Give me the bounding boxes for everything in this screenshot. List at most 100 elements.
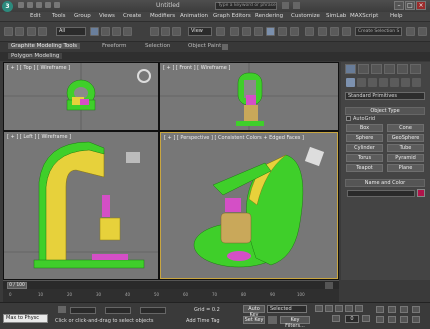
orbit-icon[interactable] [400,316,408,323]
menu-edit[interactable]: Edit [30,13,41,19]
minimize-button[interactable]: – [394,1,404,10]
layer-icon[interactable] [342,27,351,36]
maximize-viewport-icon[interactable] [412,316,420,323]
viewport-top[interactable]: [ + ] [ Top ] [ Wireframe ] [4,63,158,130]
previous-frame-icon[interactable] [325,305,333,312]
search-input[interactable]: Type a keyword or phrase [215,2,277,10]
select-object-icon[interactable] [90,27,99,36]
go-to-start-icon[interactable] [315,305,323,312]
modify-tab-icon[interactable] [358,64,369,74]
object-name-field[interactable] [347,190,415,197]
utilities-tab-icon[interactable] [410,64,421,74]
tube-button[interactable]: Tube [387,144,424,152]
tab-graphite-modeling-tools[interactable]: Graphite Modeling Tools [8,43,81,49]
object-type-rollout[interactable]: Object Type [345,107,425,115]
rotate-icon[interactable] [161,27,170,36]
menu-maxscript[interactable]: MAXScript [350,13,378,19]
menu-animation[interactable]: Animation [180,13,208,19]
open-icon[interactable] [27,2,33,8]
lights-icon[interactable] [368,78,377,87]
menu-help[interactable]: Help [390,13,403,19]
create-tab-icon[interactable] [345,64,356,74]
link-icon[interactable] [27,27,36,36]
app-logo[interactable]: 3 [2,1,13,12]
close-button[interactable]: × [416,1,426,10]
pyramid-button[interactable]: Pyramid [387,154,424,162]
menu-views[interactable]: Views [99,13,115,19]
tab-freeform[interactable]: Freeform [102,43,127,49]
space-warps-icon[interactable] [401,78,410,87]
y-coordinate-field[interactable] [105,307,131,314]
window-crossing-icon[interactable] [123,27,132,36]
viewcube-icon[interactable] [126,152,140,163]
new-icon[interactable] [18,2,24,8]
render-icon[interactable] [418,27,427,36]
primitive-type-dropdown[interactable]: Standard Primitives [345,92,425,100]
scale-icon[interactable] [172,27,181,36]
viewport-label-left[interactable]: [ + ] [ Left ] [ Wireframe ] [7,134,71,140]
next-frame-icon[interactable] [325,282,333,289]
viewcube-icon[interactable] [137,69,151,83]
edit-named-selections-icon[interactable] [305,27,314,36]
autogrid-checkbox[interactable] [346,116,351,121]
align-icon[interactable] [330,27,339,36]
reference-coordinate-dropdown[interactable]: View [188,27,212,36]
viewport-label-perspective[interactable]: [ + ] [ Perspective ] [ Consistent Color… [164,135,304,141]
zoom-icon[interactable] [376,306,384,313]
hierarchy-tab-icon[interactable] [371,64,382,74]
ribbon-options-icon[interactable] [222,44,228,50]
set-key-button[interactable]: Set Key [243,316,265,324]
help-icon[interactable] [293,2,300,9]
box-button[interactable]: Box [346,124,383,132]
helpers-icon[interactable] [390,78,399,87]
go-to-end-icon[interactable] [355,305,363,312]
viewport-label-top[interactable]: [ + ] [ Top ] [ Wireframe ] [7,65,70,71]
tab-object-paint[interactable]: Object Paint [188,43,221,49]
viewport-front[interactable]: [ + ] [ Front ] [ Wireframe ] [160,63,338,130]
menu-simlab[interactable]: SimLab [326,13,346,19]
track-bar[interactable]: 0 10 20 30 40 50 60 70 80 90 100 [3,289,339,302]
shapes-icon[interactable] [357,78,366,87]
x-coordinate-field[interactable] [70,307,96,314]
spinner-snap-icon[interactable] [290,27,299,36]
field-of-view-icon[interactable] [376,316,384,323]
angle-snap-icon[interactable] [266,27,275,36]
menu-create[interactable]: Create [123,13,141,19]
time-slider[interactable]: 0 / 100 [3,280,339,289]
z-coordinate-field[interactable] [140,307,166,314]
viewport-left[interactable]: [ + ] [ Left ] [ Wireframe ] [4,132,158,279]
menu-graph-editors[interactable]: Graph Editors [213,13,251,19]
named-selection-set-dropdown[interactable]: Create Selection S [355,27,402,36]
menu-tools[interactable]: Tools [52,13,66,19]
key-mode-dropdown[interactable]: Selected [267,305,307,313]
zoom-all-icon[interactable] [388,306,396,313]
object-color-swatch[interactable] [417,189,425,197]
viewport-label-front[interactable]: [ + ] [ Front ] [ Wireframe ] [163,65,230,71]
rectangular-selection-icon[interactable] [112,27,121,36]
select-manipulate-icon[interactable] [230,27,239,36]
add-time-tag-button[interactable]: Add Time Tag [186,318,220,324]
undo-icon[interactable] [45,2,51,8]
maximize-button[interactable]: □ [405,1,415,10]
key-mode-toggle-icon[interactable] [332,315,340,322]
menu-modifiers[interactable]: Modifiers [150,13,175,19]
save-icon[interactable] [36,2,42,8]
cone-button[interactable]: Cone [387,124,424,132]
cylinder-button[interactable]: Cylinder [346,144,383,152]
redo-icon[interactable] [54,2,60,8]
redo-icon[interactable] [15,27,24,36]
selection-filter-dropdown[interactable]: All [56,27,86,36]
zoom-extents-all-icon[interactable] [412,306,420,313]
move-icon[interactable] [150,27,159,36]
sphere-button[interactable]: Sphere [346,134,383,142]
display-tab-icon[interactable] [397,64,408,74]
plane-button[interactable]: Plane [387,164,424,172]
pivot-icon[interactable] [216,27,225,36]
name-and-color-rollout[interactable]: Name and Color [345,179,425,187]
torus-button[interactable]: Torus [346,154,383,162]
current-frame-field[interactable]: 0 [345,315,359,323]
search-icon[interactable] [282,2,289,9]
teapot-button[interactable]: Teapot [346,164,383,172]
cameras-icon[interactable] [379,78,388,87]
percent-snap-icon[interactable] [278,27,287,36]
